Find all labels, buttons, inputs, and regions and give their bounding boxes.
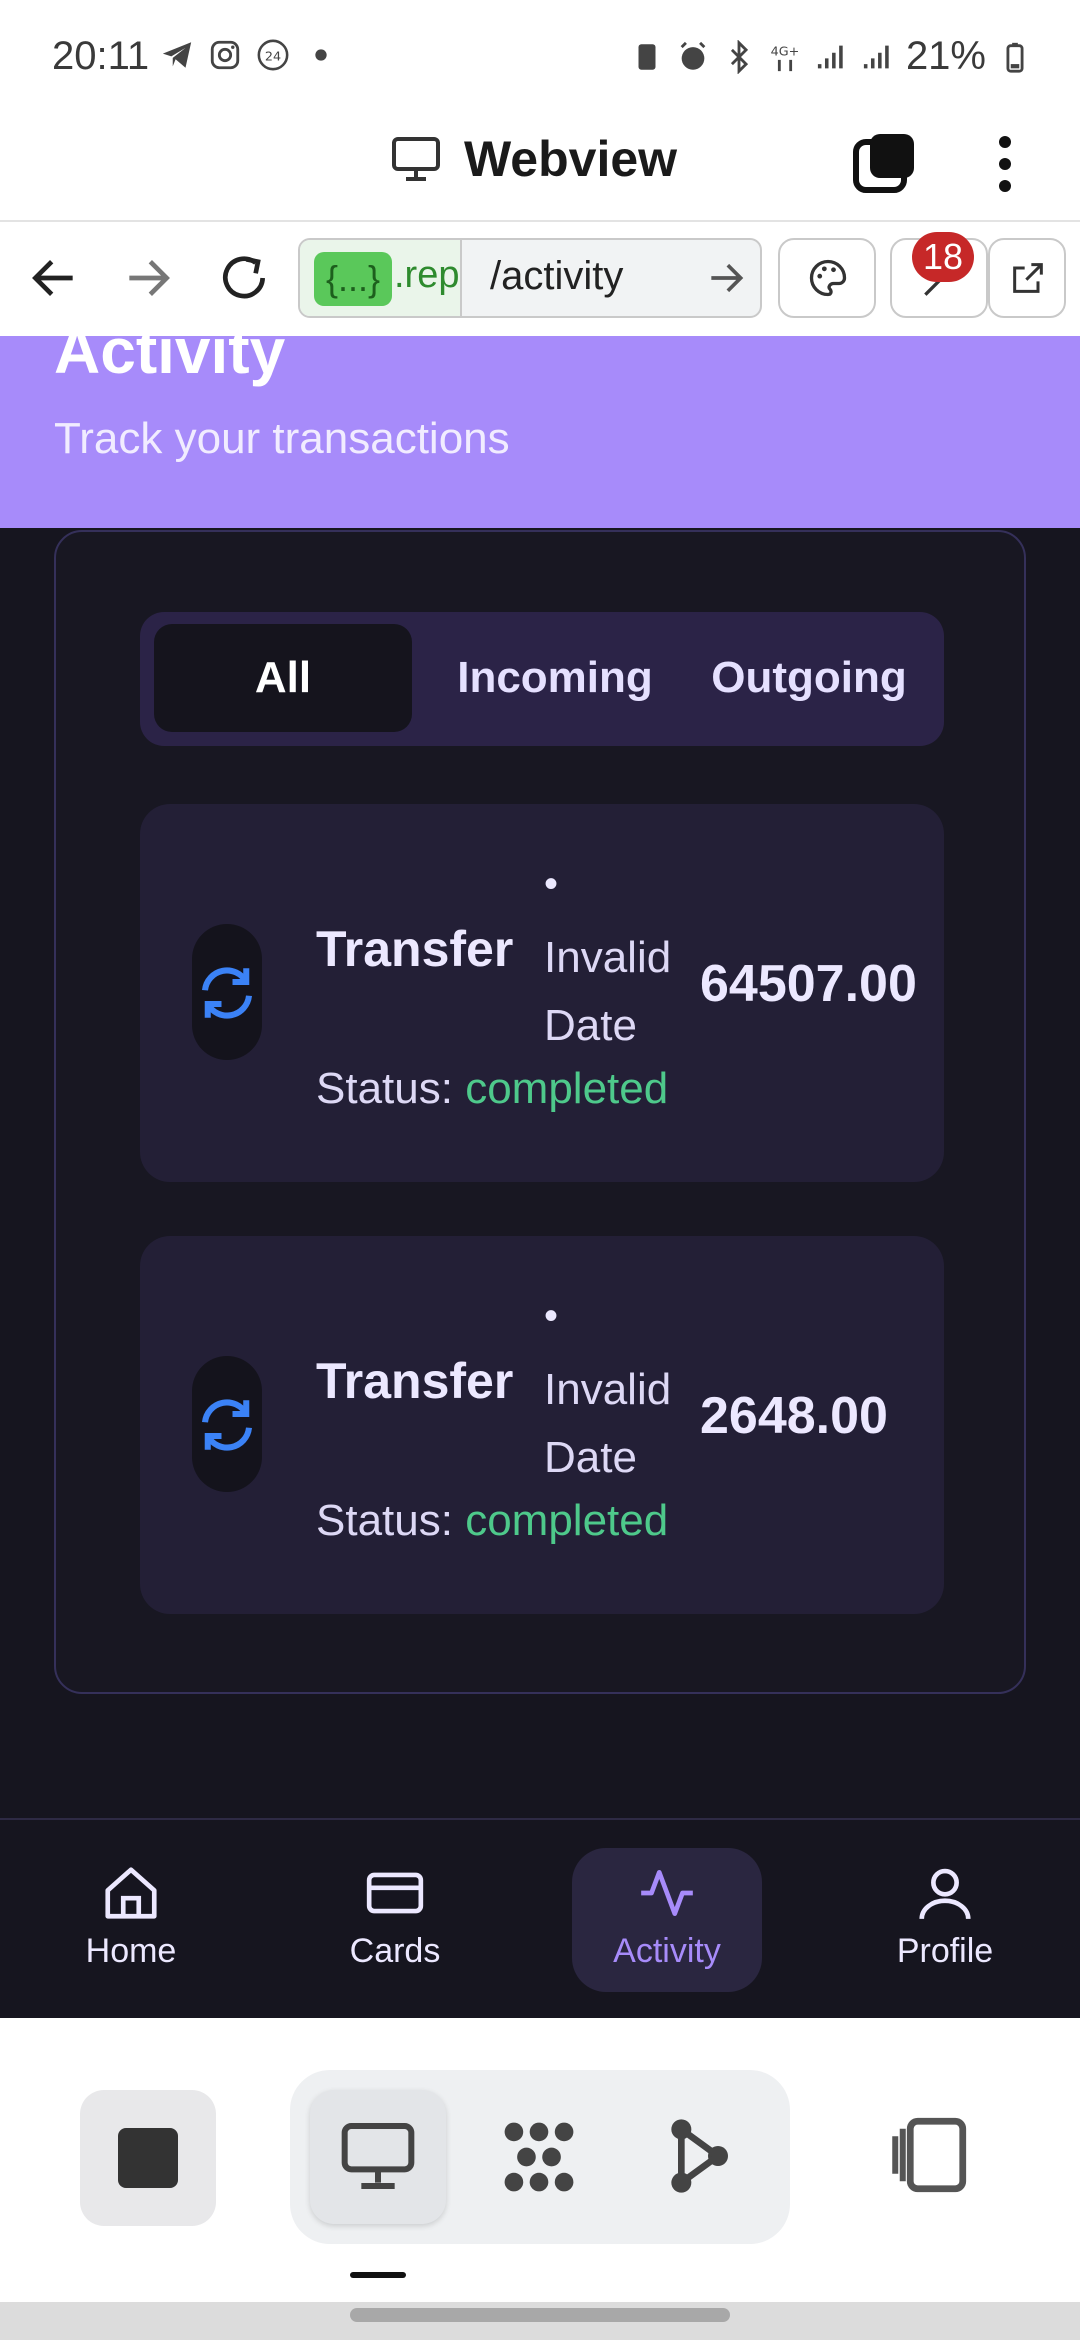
transaction-amount: 64507.00 (700, 955, 917, 1013)
system-icons: 4G+ 21% (630, 34, 1032, 79)
app-page: Activity Track your transactions All Inc… (0, 336, 1080, 2018)
tab-outgoing[interactable]: Outgoing (686, 624, 932, 732)
system-toolbar (0, 2018, 1080, 2340)
4g-icon: 4G+ (771, 44, 800, 71)
open-external-button[interactable] (988, 238, 1066, 318)
webview-titlebar: Webview (0, 110, 1080, 222)
graph-mode-button[interactable] (630, 2090, 766, 2224)
status-bar: 20:11 24 4G+ 21% (0, 0, 1080, 110)
tab-all[interactable]: All (154, 624, 412, 732)
24-hour-icon: 24 (257, 39, 289, 71)
external-link-icon (1013, 263, 1043, 293)
url-field[interactable]: {...} .rep /activity (298, 238, 762, 318)
activity-icon (641, 1870, 693, 1916)
stop-icon (118, 2128, 178, 2188)
signal-icon (817, 45, 843, 68)
transaction-date: Invalid Date (544, 1365, 672, 1482)
transaction-type: Transfer (316, 921, 514, 977)
page-subtitle: Track your transactions (54, 414, 510, 463)
status-label: Status: (316, 1064, 453, 1113)
home-icon (105, 1867, 157, 1919)
notification-icons: 24 (160, 38, 338, 72)
alarm-icon (680, 41, 706, 70)
drag-handle (350, 2272, 406, 2278)
battery-percent: 21% (905, 34, 986, 78)
transaction-status: Status: completed (316, 1064, 668, 1114)
instagram-icon (210, 40, 240, 70)
page-title: Activity (54, 336, 286, 387)
user-icon (919, 1868, 971, 1920)
transaction-type: Transfer (316, 1353, 514, 1409)
refresh-icon (201, 967, 253, 1019)
go-arrow-icon[interactable] (704, 256, 748, 300)
telegram-icon (162, 42, 192, 68)
url-path: /activity (490, 254, 624, 298)
status-value: completed (465, 1064, 669, 1113)
transaction-card[interactable]: Transfer • Invalid Date 64507.00 Status:… (140, 804, 944, 1182)
activity-panel: All Incoming Outgoing Transfer • Invalid… (54, 530, 1026, 1694)
nav-profile[interactable]: Profile (850, 1848, 1040, 1992)
palette-icon (809, 259, 847, 297)
card-icon (366, 1872, 424, 1914)
status-time: 20:11 (52, 34, 150, 78)
nav-activity-label: Activity (613, 1932, 721, 1970)
filter-tabs: All Incoming Outgoing (140, 612, 944, 746)
battery-icon (1006, 42, 1024, 73)
status-label: Status: (316, 1496, 453, 1545)
transaction-date: Invalid Date (544, 933, 672, 1050)
dot-icon (315, 49, 327, 61)
home-gesture-pill[interactable] (350, 2308, 730, 2322)
separator-dot: • (544, 862, 559, 906)
notification-count-badge: 18 (912, 232, 974, 282)
url-host-badge: {...} (314, 252, 392, 306)
reload-icon[interactable] (216, 250, 272, 306)
nav-profile-label: Profile (896, 1932, 994, 1970)
monitor-icon (392, 137, 440, 181)
node-graph-icon (671, 2119, 728, 2193)
more-menu-icon[interactable] (990, 132, 1020, 198)
nav-cards-label: Cards (349, 1932, 441, 1970)
mode-switcher (290, 2070, 790, 2244)
grid-mode-button[interactable] (472, 2090, 608, 2224)
svg-text:4G+: 4G+ (771, 44, 800, 59)
back-arrow-icon[interactable] (26, 250, 82, 306)
separator-dot: • (544, 1294, 559, 1338)
url-host: {...} .rep (300, 240, 462, 316)
bluetooth-icon (730, 39, 749, 74)
nav-home-label: Home (85, 1932, 177, 1970)
webview-mode-button[interactable] (310, 2090, 446, 2224)
svg-text:24: 24 (265, 50, 281, 65)
signal-icon (863, 45, 889, 68)
battery-saver-icon (638, 43, 656, 70)
transaction-amount: 2648.00 (700, 1387, 888, 1445)
nav-activity[interactable]: Activity (572, 1848, 762, 1992)
dots-grid-icon (504, 2122, 574, 2192)
tab-incoming[interactable]: Incoming (426, 624, 684, 732)
url-host-text: .rep (394, 254, 460, 296)
nav-home[interactable]: Home (36, 1848, 226, 1992)
window-title-text: Webview (464, 131, 678, 187)
nav-cards[interactable]: Cards (300, 1848, 490, 1992)
tabs-switcher-icon[interactable] (852, 130, 920, 198)
refresh-icon (201, 1399, 253, 1451)
forward-arrow-icon[interactable] (120, 250, 176, 306)
transfer-icon-wrap (192, 924, 262, 1060)
stop-button[interactable] (80, 2090, 216, 2226)
transaction-status: Status: completed (316, 1496, 668, 1546)
transfer-icon-wrap (192, 1356, 262, 1492)
monitor-icon (341, 2123, 415, 2189)
transaction-card[interactable]: Transfer • Invalid Date 2648.00 Status: … (140, 1236, 944, 1614)
bottom-nav: Home Cards Activity Profile (0, 1818, 1080, 2018)
palette-button[interactable] (778, 238, 876, 318)
window-title: Webview (390, 130, 677, 188)
split-screen-icon[interactable] (884, 2110, 974, 2200)
page-header: Activity Track your transactions (0, 336, 1080, 528)
status-value: completed (465, 1496, 669, 1545)
